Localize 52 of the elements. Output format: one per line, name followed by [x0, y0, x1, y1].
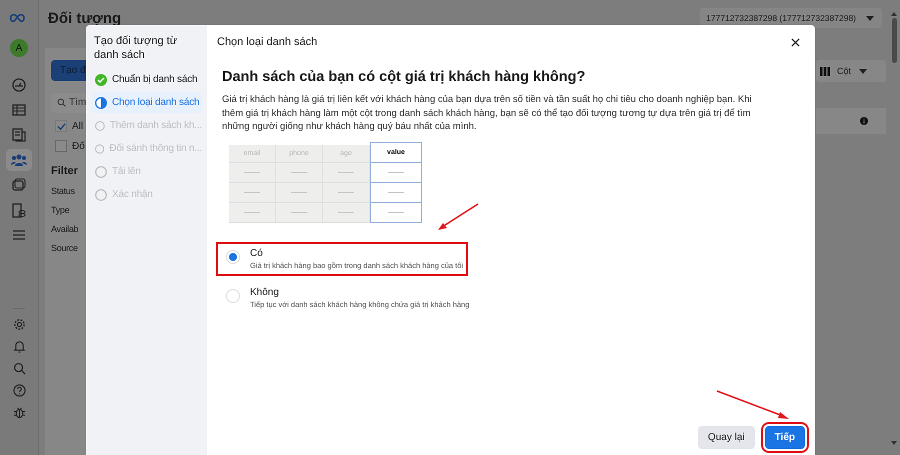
radio-button[interactable] — [226, 250, 240, 264]
scroll-down-arrow-icon[interactable] — [891, 441, 897, 445]
pages-icon — [12, 128, 26, 142]
empty-circle-icon — [95, 142, 104, 154]
check-circle-icon — [95, 74, 107, 86]
filter-item[interactable]: Status — [51, 186, 89, 196]
option-label: Có — [250, 248, 264, 258]
dialog-sidebar-title: Tạo đối tượng từ danh sách — [93, 34, 178, 62]
checkbox-label: All — [72, 120, 84, 132]
step-item[interactable]: Chọn loại danh sách — [92, 92, 202, 113]
option-label: Không — [250, 286, 280, 298]
scroll-up-arrow-icon[interactable] — [891, 12, 897, 16]
gauge-icon — [12, 78, 26, 92]
empty-circle-icon — [95, 188, 107, 200]
catalog-icon — [12, 178, 26, 192]
sidebar-item[interactable] — [6, 149, 32, 171]
checkbox-label: Đố — [72, 140, 85, 152]
avatar[interactable]: A — [10, 39, 28, 57]
search-icon — [57, 98, 66, 107]
filter-item[interactable]: Source — [51, 243, 89, 253]
caret-icon — [859, 68, 868, 74]
radio-button[interactable] — [226, 288, 240, 302]
half-circle-icon — [95, 96, 107, 108]
dialog-title: Chọn loại danh sách — [217, 36, 318, 48]
bell-icon — [12, 340, 26, 353]
settings-icon — [12, 318, 26, 331]
page-title: Đối tượng — [48, 10, 122, 26]
close-icon — [790, 38, 800, 46]
info-icon — [860, 117, 868, 125]
columns-icon — [820, 66, 830, 76]
filter-title: Filter — [51, 165, 79, 177]
account-dropdown[interactable]: 177712732387298 (177712732387298) — [700, 8, 882, 28]
description: Giá trị khách hàng là giá trị liên kết với khách hàng của bạn dựa trên số tiền và tần suất họ chi tiêu cho doanh nghiệp bạn. Khi thêm giá trị khách hàng làm một cột trong danh sách khách hàng, bạn sẽ có thể tạo đối tượng tương tự dựa trên giá trị để tìm những người giống như khách hàng quý báu nhất của mình. — [222, 93, 753, 134]
question-heading: Danh sách của bạn có cột giá trị khách hàng không? — [222, 69, 586, 85]
back-button[interactable]: Quay lại — [698, 426, 755, 449]
filter-item[interactable]: Type — [51, 205, 89, 215]
columns-dropdown[interactable]: Cột — [837, 66, 868, 76]
help-icon — [12, 384, 26, 397]
checkbox[interactable] — [55, 140, 67, 152]
step-item[interactable]: Chuẩn bị danh sách — [92, 69, 202, 90]
annotation-arrow — [436, 202, 480, 232]
checkbox[interactable] — [55, 120, 67, 132]
menu-icon — [12, 229, 26, 241]
filter-item[interactable]: Availab — [51, 224, 89, 234]
empty-circle-icon — [95, 166, 107, 178]
bug-icon — [12, 406, 26, 419]
people-icon — [11, 154, 27, 166]
table-icon — [12, 103, 26, 117]
caret-icon — [866, 16, 874, 20]
stack-icon — [12, 202, 26, 218]
empty-circle-icon — [95, 120, 105, 132]
search-icon — [12, 362, 26, 375]
